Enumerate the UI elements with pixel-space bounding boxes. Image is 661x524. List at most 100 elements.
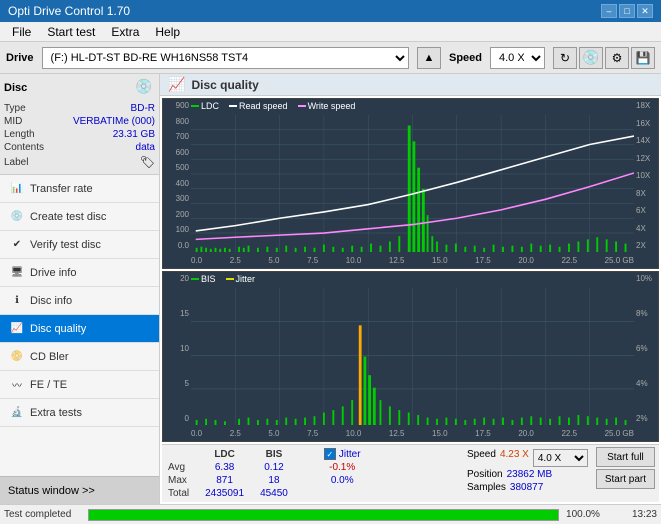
sidebar-item-fe-te[interactable]: 〰 FE / TE xyxy=(0,371,159,399)
menu-start-test[interactable]: Start test xyxy=(39,23,103,41)
settings-button[interactable]: ⚙ xyxy=(605,47,629,69)
max-label: Max xyxy=(166,474,197,487)
menu-file[interactable]: File xyxy=(4,23,39,41)
maximize-button[interactable]: □ xyxy=(619,4,635,18)
app-title: Opti Drive Control 1.70 xyxy=(8,4,601,18)
bis-y-axis-right: 10% 8% 6% 4% 2% xyxy=(634,272,658,425)
sidebar-item-transfer-rate[interactable]: 📊 Transfer rate xyxy=(0,175,159,203)
close-button[interactable]: ✕ xyxy=(637,4,653,18)
title-bar: Opti Drive Control 1.70 – □ ✕ xyxy=(0,0,661,22)
yr-16x: 16X xyxy=(636,119,656,128)
y-label-500: 500 xyxy=(165,163,189,172)
speed-select[interactable]: 4.0 X xyxy=(490,47,545,69)
status-window[interactable]: Status window >> xyxy=(0,476,159,504)
jitter-checkbox[interactable]: ✓ xyxy=(324,448,336,460)
sidebar-item-cd-bler[interactable]: 📀 CD Bler xyxy=(0,343,159,371)
sidebar-item-verify-test-disc[interactable]: ✔ Verify test disc xyxy=(0,231,159,259)
mid-value: VERBATIMe (000) xyxy=(73,116,155,127)
avg-label: Avg xyxy=(166,461,197,474)
jyr-2pct: 2% xyxy=(636,414,656,423)
write-speed-legend-item: Write speed xyxy=(298,101,356,111)
jitter-legend-dot xyxy=(226,278,234,280)
refresh-button[interactable]: ↻ xyxy=(553,47,577,69)
verify-test-disc-label: Verify test disc xyxy=(30,239,101,251)
avg-ldc: 6.38 xyxy=(197,461,252,474)
disc-contents-row: Contents data xyxy=(4,141,155,154)
stats-data-table: LDC BIS ✓ Jitter Avg 6.38 0.12 xyxy=(166,447,369,500)
jyr-10pct: 10% xyxy=(636,274,656,283)
max-ldc: 871 xyxy=(197,474,252,487)
stats-bar: LDC BIS ✓ Jitter Avg 6.38 0.12 xyxy=(162,444,659,502)
x-5: 5.0 xyxy=(268,256,279,265)
col-empty5 xyxy=(296,487,316,500)
minimize-button[interactable]: – xyxy=(601,4,617,18)
drive-bar: Drive (F:) HL-DT-ST BD-RE WH16NS58 TST4 … xyxy=(0,42,661,74)
y-label-0: 0.0 xyxy=(165,241,189,250)
bx-12-5: 12.5 xyxy=(389,429,405,438)
ldc-chart-plot xyxy=(191,115,634,252)
disc-label-row: Label 🏷 xyxy=(4,154,155,170)
sidebar-item-disc-info[interactable]: ℹ Disc info xyxy=(0,287,159,315)
status-text: Test completed xyxy=(4,509,84,520)
bx-7-5: 7.5 xyxy=(307,429,318,438)
avg-jitter: -0.1% xyxy=(316,461,369,474)
speed-val: 4.23 X xyxy=(500,449,529,467)
length-label: Length xyxy=(4,129,35,140)
transfer-rate-icon: 📊 xyxy=(10,182,24,196)
verify-test-disc-icon: ✔ xyxy=(10,238,24,252)
x-20: 20.0 xyxy=(518,256,534,265)
stats-max-row: Max 871 18 0.0% xyxy=(166,474,369,487)
total-samples xyxy=(316,487,369,500)
drive-select[interactable]: (F:) HL-DT-ST BD-RE WH16NS58 TST4 xyxy=(42,47,409,69)
col-empty2 xyxy=(296,447,316,461)
jitter-checkbox-cell[interactable]: ✓ Jitter xyxy=(316,447,369,461)
sidebar-menu: 📊 Transfer rate 💿 Create test disc ✔ Ver… xyxy=(0,175,159,476)
max-bis: 18 xyxy=(252,474,296,487)
y-label-600: 600 xyxy=(165,148,189,157)
stats-header-row: LDC BIS ✓ Jitter xyxy=(166,447,369,461)
sidebar-item-drive-info[interactable]: 🖥 Drive info xyxy=(0,259,159,287)
fe-te-icon: 〰 xyxy=(10,378,24,392)
read-speed-legend-item: Read speed xyxy=(229,101,288,111)
type-value: BD-R xyxy=(131,103,155,114)
ldc-header: LDC xyxy=(197,447,252,461)
save-button[interactable]: 💾 xyxy=(631,47,655,69)
cd-bler-icon: 📀 xyxy=(10,350,24,364)
bx-5: 5.0 xyxy=(268,429,279,438)
yr-2x: 2X xyxy=(636,241,656,250)
bx-17-5: 17.5 xyxy=(475,429,491,438)
total-ldc: 2435091 xyxy=(197,487,252,500)
eject-button[interactable]: ▲ xyxy=(417,47,441,69)
sidebar-item-extra-tests[interactable]: 🔬 Extra tests xyxy=(0,399,159,427)
start-full-button[interactable]: Start full xyxy=(596,447,655,467)
time-display: 13:23 xyxy=(607,509,657,520)
speed-target-select[interactable]: 4.0 X xyxy=(533,449,588,467)
ldc-y-axis-right: 18X 16X 14X 12X 10X 8X 6X 4X 2X xyxy=(634,99,658,252)
bis-chart-legend: BIS Jitter xyxy=(191,274,255,284)
ldc-legend-dot xyxy=(191,105,199,107)
position-row: Position 23862 MB xyxy=(467,469,588,480)
speed-text-label: Speed xyxy=(467,449,496,467)
disc-quality-label: Disc quality xyxy=(30,323,86,335)
jyr-4pct: 4% xyxy=(636,379,656,388)
content-area: 📈 Disc quality LDC Read speed xyxy=(160,74,661,504)
start-part-button[interactable]: Start part xyxy=(596,469,655,489)
drive-label: Drive xyxy=(6,52,34,64)
create-test-disc-icon: 💿 xyxy=(10,210,24,224)
disc-icon-button[interactable]: 💿 xyxy=(579,47,603,69)
x-0: 0.0 xyxy=(191,256,202,265)
stats-total-row: Total 2435091 45450 xyxy=(166,487,369,500)
bx-22-5: 22.5 xyxy=(561,429,577,438)
menu-help[interactable]: Help xyxy=(147,23,188,41)
y-label-100: 100 xyxy=(165,225,189,234)
by-5: 5 xyxy=(165,379,189,388)
total-label: Total xyxy=(166,487,197,500)
x-17-5: 17.5 xyxy=(475,256,491,265)
disc-panel-header: Disc 💿 xyxy=(4,78,155,98)
content-header: 📈 Disc quality xyxy=(160,74,661,96)
sidebar-item-disc-quality[interactable]: 📈 Disc quality xyxy=(0,315,159,343)
read-speed-legend-label: Read speed xyxy=(239,101,288,111)
sidebar-item-create-test-disc[interactable]: 💿 Create test disc xyxy=(0,203,159,231)
menu-extra[interactable]: Extra xyxy=(103,23,147,41)
ldc-chart: LDC Read speed Write speed 900 800 xyxy=(162,98,659,269)
